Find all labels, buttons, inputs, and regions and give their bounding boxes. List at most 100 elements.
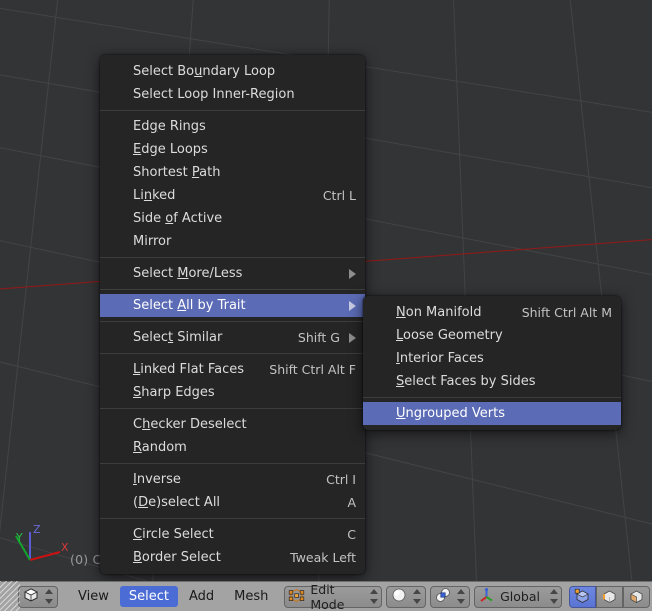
- interaction-mode-label: Edit Mode: [310, 581, 345, 611]
- menu-item-label: Interior Faces: [396, 351, 484, 366]
- select-menu-item-select-similar[interactable]: Select Similar Shift G: [100, 326, 365, 349]
- select-menu-item-shortest-path[interactable]: Shortest Path: [100, 161, 365, 184]
- menu-separator: [100, 321, 365, 322]
- select-menu-item-side-of-active[interactable]: Side of Active: [100, 207, 365, 230]
- select-menu-item-border-select[interactable]: Border Select Tweak Left: [100, 546, 365, 569]
- edit-mode-icon: [288, 587, 305, 607]
- select-menu-item-circle-select[interactable]: Circle Select C: [100, 523, 365, 546]
- blender-window: Z Y X (0) Cube Select Boundary Loop Selec…: [0, 0, 652, 611]
- edge-select-mode[interactable]: [596, 585, 623, 608]
- orientation-spinner[interactable]: [549, 589, 558, 604]
- menu-separator: [100, 289, 365, 290]
- menu-item-label: Select Similar: [133, 330, 223, 345]
- vertex-select-mode[interactable]: [569, 585, 596, 608]
- interaction-mode-spinner[interactable]: [369, 589, 378, 604]
- menu-separator: [100, 110, 365, 111]
- menu-item-label: Border Select: [133, 550, 221, 565]
- menu-item-label: Checker Deselect: [133, 417, 247, 432]
- face-select-mode[interactable]: [623, 585, 650, 608]
- pivot-icon: [435, 587, 451, 606]
- menu-item-shortcut: Shift Ctrl Alt M: [521, 305, 612, 320]
- menu-item-label: Sharp Edges: [133, 385, 215, 400]
- menu-item-label: Non Manifold: [396, 305, 482, 320]
- trait-submenu-item-non-manifold[interactable]: Non Manifold Shift Ctrl Alt M: [363, 301, 621, 324]
- mesh-select-mode-group[interactable]: [569, 585, 650, 608]
- select-menu[interactable]: Select Boundary Loop Select Loop Inner-Re…: [100, 55, 365, 574]
- menu-item-label: Shortest Path: [133, 165, 221, 180]
- menu-separator: [100, 463, 365, 464]
- menu-item-shortcut: Tweak Left: [290, 550, 356, 565]
- menu-item-label: Linked Flat Faces: [133, 362, 245, 377]
- select-menu-item-inverse[interactable]: Inverse Ctrl I: [100, 468, 365, 491]
- editor-type-selector[interactable]: [18, 585, 58, 608]
- viewport-shading-selector[interactable]: [386, 585, 427, 608]
- axis-gizmo[interactable]: Z Y X: [10, 518, 70, 573]
- select-menu-item-de-select-all[interactable]: (De)select All A: [100, 491, 365, 514]
- trait-submenu-item-interior-faces[interactable]: Interior Faces: [363, 347, 621, 370]
- menu-item-shortcut: C: [347, 527, 356, 542]
- select-menu-item-sharp-edges[interactable]: Sharp Edges: [100, 381, 365, 404]
- editor-type-spinner[interactable]: [44, 589, 53, 604]
- menu-separator: [100, 257, 365, 258]
- menu-add[interactable]: Add: [180, 586, 223, 607]
- select-menu-item-select-more-less[interactable]: Select More/Less: [100, 262, 365, 285]
- menu-item-label: Linked: [133, 188, 176, 203]
- interaction-mode-selector[interactable]: Edit Mode: [284, 582, 383, 611]
- select-menu-item-select-boundary-loop[interactable]: Select Boundary Loop: [100, 60, 365, 83]
- menu-item-label: Select All by Trait: [133, 298, 246, 313]
- menu-separator: [100, 353, 365, 354]
- menu-item-label: Select Loop Inner-Region: [133, 87, 295, 102]
- menu-item-label: Mirror: [133, 234, 172, 249]
- axis-orientation-icon: [478, 587, 495, 607]
- select-all-by-trait-submenu[interactable]: Non Manifold Shift Ctrl Alt M Loose Geomet…: [363, 296, 621, 430]
- menu-item-label: Inverse: [133, 472, 181, 487]
- chevron-right-icon: [349, 300, 356, 311]
- menu-item-label: (De)select All: [133, 495, 221, 510]
- axis-y-label: Y: [16, 531, 23, 544]
- select-menu-item-edge-loops[interactable]: Edge Loops: [100, 138, 365, 161]
- menu-item-shortcut: Shift Ctrl Alt F: [269, 362, 356, 377]
- menu-item-label: Circle Select: [133, 527, 214, 542]
- select-menu-item-select-all-by-trait[interactable]: Select All by Trait: [100, 294, 365, 317]
- menu-separator: [363, 397, 621, 398]
- menu-item-shortcut: Ctrl I: [326, 472, 356, 487]
- solid-shading-icon: [391, 587, 407, 606]
- menu-separator: [100, 408, 365, 409]
- menu-item-label: Loose Geometry: [396, 328, 503, 343]
- pivot-point-selector[interactable]: [430, 585, 471, 608]
- transform-orientation-label: Global: [500, 589, 540, 604]
- select-menu-item-select-loop-inner-region[interactable]: Select Loop Inner-Region: [100, 83, 365, 106]
- menu-separator: [100, 518, 365, 519]
- menu-item-shortcut: A: [347, 495, 356, 510]
- shading-spinner[interactable]: [412, 589, 421, 604]
- menu-item-shortcut: Shift G: [297, 330, 340, 345]
- menu-item-label: Select More/Less: [133, 266, 243, 281]
- chevron-right-icon: [349, 332, 356, 343]
- select-menu-item-checker-deselect[interactable]: Checker Deselect: [100, 413, 365, 436]
- trait-submenu-item-select-faces-by-sides[interactable]: Select Faces by Sides: [363, 370, 621, 393]
- menu-item-label: Edge Rings: [133, 119, 206, 134]
- trait-submenu-item-loose-geometry[interactable]: Loose Geometry: [363, 324, 621, 347]
- select-menu-item-random[interactable]: Random: [100, 436, 365, 459]
- menu-item-label: Edge Loops: [133, 142, 208, 157]
- transform-orientation-selector[interactable]: Global: [474, 585, 562, 608]
- menu-item-label: Select Boundary Loop: [133, 64, 276, 79]
- cube-icon: [23, 587, 39, 606]
- trait-submenu-item-ungrouped-verts[interactable]: Ungrouped Verts: [363, 402, 621, 425]
- menu-mesh[interactable]: Mesh: [225, 586, 277, 607]
- menu-item-shortcut: Ctrl L: [322, 188, 356, 203]
- menu-item-label: Side of Active: [133, 211, 223, 226]
- chevron-right-icon: [349, 268, 356, 279]
- menu-item-label: Ungrouped Verts: [396, 406, 505, 421]
- viewport-header-bar[interactable]: View Select Add Mesh Edit Mode Global: [0, 581, 652, 611]
- pivot-spinner[interactable]: [456, 589, 465, 604]
- menu-select[interactable]: Select: [119, 586, 178, 607]
- menu-item-label: Random: [133, 440, 187, 455]
- select-menu-item-mirror[interactable]: Mirror: [100, 230, 365, 253]
- select-menu-item-linked[interactable]: Linked Ctrl L: [100, 184, 365, 207]
- menu-view[interactable]: View: [69, 586, 118, 607]
- select-menu-item-linked-flat-faces[interactable]: Linked Flat Faces Shift Ctrl Alt F: [100, 358, 365, 381]
- axis-x-label: X: [61, 541, 69, 554]
- select-menu-item-edge-rings[interactable]: Edge Rings: [100, 115, 365, 138]
- axis-z-label: Z: [33, 523, 41, 536]
